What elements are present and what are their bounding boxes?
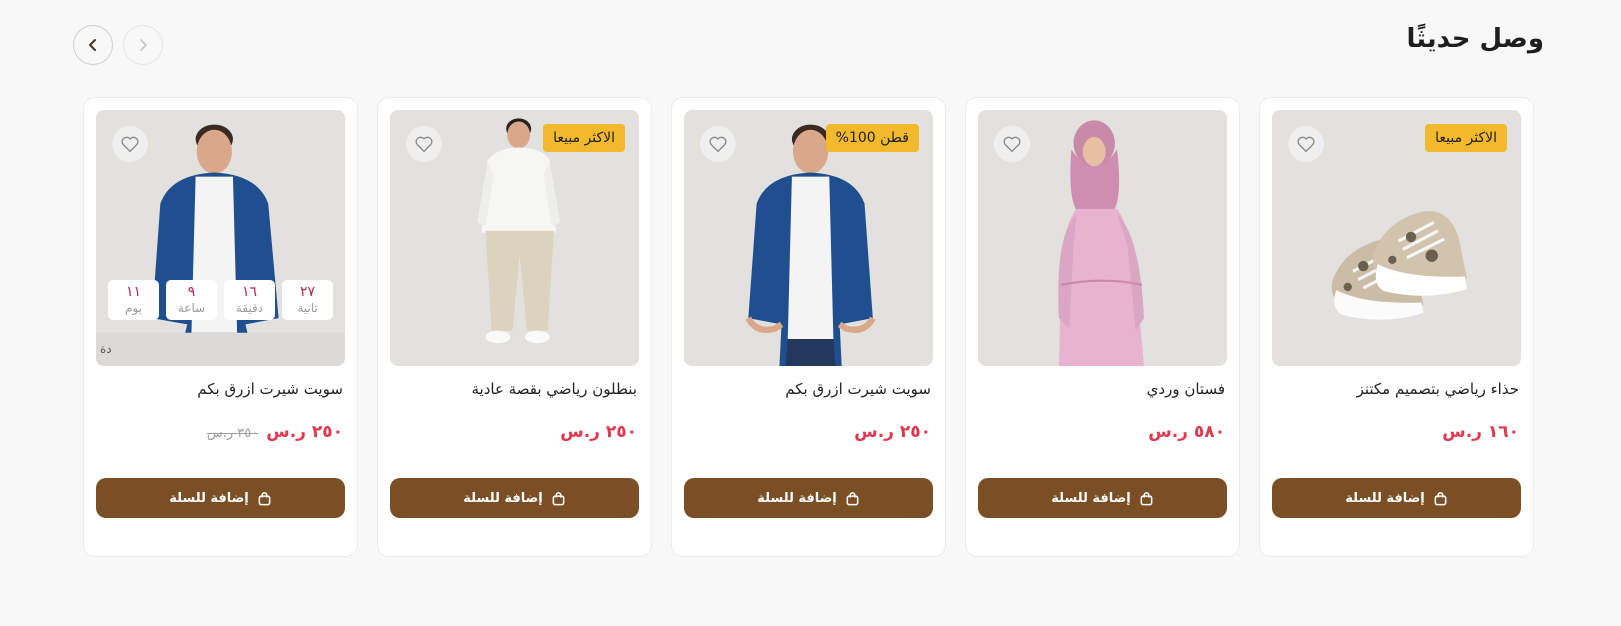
countdown-hours: ٩ ساعة xyxy=(166,280,217,320)
product-price: ٢٥٠ ر.س xyxy=(266,422,343,442)
wishlist-button[interactable] xyxy=(700,126,736,162)
price-row: ٢٥٠ ر.س ٣٥٠ ر.س xyxy=(207,422,343,442)
heart-icon xyxy=(1297,136,1315,153)
price-row: ١٦٠ ر.س xyxy=(1442,422,1519,442)
product-name[interactable]: فستان وردي xyxy=(980,380,1225,398)
product-image-frame[interactable]: الاكثر مبيعا xyxy=(390,110,639,366)
product-badge: الاكثر مبيعا xyxy=(543,124,625,152)
add-to-cart-label: إضافة للسلة xyxy=(757,490,837,506)
product-image-frame[interactable] xyxy=(978,110,1227,366)
add-to-cart-label: إضافة للسلة xyxy=(1051,490,1131,506)
product-price: ١٦٠ ر.س xyxy=(1442,422,1519,442)
price-row: ٢٥٠ ر.س xyxy=(560,422,637,442)
heart-icon xyxy=(121,136,139,153)
add-to-cart-button[interactable]: إضافة للسلة xyxy=(96,478,345,518)
price-row: ٥٨٠ ر.س xyxy=(1148,422,1225,442)
product-price: ٢٥٠ ر.س xyxy=(854,422,931,442)
product-old-price: ٣٥٠ ر.س xyxy=(206,426,259,441)
carousel-prev-button[interactable] xyxy=(123,25,163,65)
add-to-cart-label: إضافة للسلة xyxy=(169,490,249,506)
product-badge: الاكثر مبيعا xyxy=(1425,124,1507,152)
countdown-seconds-value: ٢٧ xyxy=(299,284,316,300)
wishlist-button[interactable] xyxy=(994,126,1030,162)
product-image-frame[interactable]: قطن 100% xyxy=(684,110,933,366)
countdown-days: ١١ يوم xyxy=(108,280,159,320)
product-badge: قطن 100% xyxy=(825,124,919,152)
product-name[interactable]: سويت شيرت ازرق بكم xyxy=(686,380,931,398)
chevron-right-icon xyxy=(140,39,147,51)
product-card[interactable]: الاكثر مبيعا بنطلون رياضي بقصة عادية ٢٥٠… xyxy=(377,97,652,557)
heart-icon xyxy=(709,136,727,153)
countdown-minutes: ١٦ دقيقة xyxy=(224,280,275,320)
product-card[interactable]: فستان وردي ٥٨٠ ر.س إضافة للسلة xyxy=(965,97,1240,557)
carousel-next-button[interactable] xyxy=(73,25,113,65)
wishlist-button[interactable] xyxy=(1288,126,1324,162)
product-image-frame[interactable]: الاكثر مبيعا xyxy=(1272,110,1521,366)
shopping-bag-icon xyxy=(1140,491,1153,505)
add-to-cart-button[interactable]: إضافة للسلة xyxy=(1272,478,1521,518)
product-card[interactable]: الاكثر مبيعا حذاء رياضي بتصميم مكتنز ١٦٠… xyxy=(1259,97,1534,557)
shopping-bag-icon xyxy=(552,491,565,505)
product-name[interactable]: حذاء رياضي بتصميم مكتنز xyxy=(1274,380,1519,398)
countdown-timer: ١١ يوم ٩ ساعة ١٦ دقيقة ٢٧ ثانية xyxy=(108,280,333,320)
shopping-bag-icon xyxy=(1434,491,1447,505)
product-name[interactable]: سويت شيرت ازرق بكم xyxy=(98,380,343,398)
product-price: ٥٨٠ ر.س xyxy=(1148,422,1225,442)
product-price: ٢٥٠ ر.س xyxy=(560,422,637,442)
price-row: ٢٥٠ ر.س xyxy=(854,422,931,442)
heart-icon xyxy=(415,136,433,153)
countdown-days-value: ١١ xyxy=(125,284,142,300)
product-card[interactable]: ١١ يوم ٩ ساعة ١٦ دقيقة ٢٧ ثانية دة سويت … xyxy=(83,97,358,557)
product-card[interactable]: قطن 100% سويت شيرت ازرق بكم ٢٥٠ ر.س إضاف… xyxy=(671,97,946,557)
chevron-left-icon xyxy=(89,39,96,51)
countdown-days-label: يوم xyxy=(125,301,142,315)
countdown-caption: دة xyxy=(100,342,112,356)
countdown-hours-label: ساعة xyxy=(177,301,206,315)
product-name[interactable]: بنطلون رياضي بقصة عادية xyxy=(392,380,638,398)
wishlist-button[interactable] xyxy=(112,126,148,162)
add-to-cart-button[interactable]: إضافة للسلة xyxy=(978,478,1227,518)
countdown-hours-value: ٩ xyxy=(187,284,196,300)
countdown-minutes-label: دقيقة xyxy=(235,301,264,315)
countdown-minutes-value: ١٦ xyxy=(241,284,258,300)
countdown-seconds-label: ثانية xyxy=(297,301,318,315)
add-to-cart-label: إضافة للسلة xyxy=(1345,490,1425,506)
wishlist-button[interactable] xyxy=(406,126,442,162)
product-image-frame[interactable]: ١١ يوم ٩ ساعة ١٦ دقيقة ٢٧ ثانية دة xyxy=(96,110,345,366)
section-title: وصل حديثًا xyxy=(1406,24,1544,54)
heart-icon xyxy=(1003,136,1021,153)
product-carousel: الاكثر مبيعا حذاء رياضي بتصميم مكتنز ١٦٠… xyxy=(82,97,1534,557)
add-to-cart-button[interactable]: إضافة للسلة xyxy=(390,478,639,518)
countdown-seconds: ٢٧ ثانية xyxy=(282,280,333,320)
add-to-cart-button[interactable]: إضافة للسلة xyxy=(684,478,933,518)
shopping-bag-icon xyxy=(258,491,271,505)
shopping-bag-icon xyxy=(846,491,859,505)
add-to-cart-label: إضافة للسلة xyxy=(463,490,543,506)
